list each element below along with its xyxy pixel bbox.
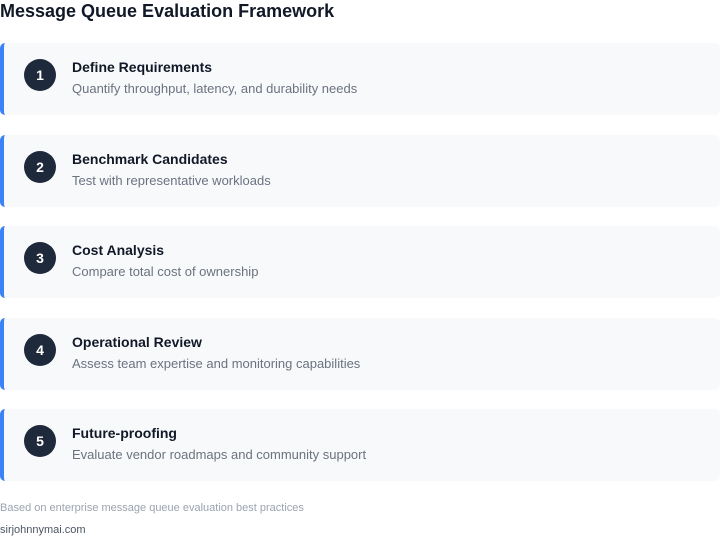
step-card: 1 Define Requirements Quantify throughpu…: [0, 43, 720, 115]
step-title: Future-proofing: [72, 425, 177, 441]
step-number-badge: 2: [24, 150, 56, 183]
step-title: Operational Review: [72, 333, 202, 350]
source-note: Based on enterprise message queue evalua…: [0, 502, 304, 514]
step-description: Quantify throughput, latency, and durabi…: [72, 81, 358, 96]
step-title: Benchmark Candidates: [72, 150, 228, 167]
page-title: Message Queue Evaluation Framework: [0, 1, 335, 21]
step-number-badge: 1: [24, 59, 56, 91]
step-card: 3 Cost Analysis Compare total cost of ow…: [0, 226, 720, 298]
site-credit: sirjohnnymai.com: [0, 524, 86, 536]
step-description: Compare total cost of ownership: [72, 264, 259, 279]
step-number-badge: 3: [24, 242, 56, 274]
step-card: 5 Future-proofing Evaluate vendor roadma…: [0, 409, 720, 481]
steps-list: 1 Define Requirements Quantify throughpu…: [0, 43, 720, 501]
step-title: Define Requirements: [72, 59, 213, 75]
step-number-badge: 4: [24, 333, 56, 366]
step-description: Evaluate vendor roadmaps and community s…: [72, 447, 367, 462]
step-card: 4 Operational Review Assess team experti…: [0, 317, 720, 390]
step-card: 2 Benchmark Candidates Test with represe…: [0, 134, 720, 207]
step-description: Test with representative workloads: [72, 172, 271, 188]
step-title: Cost Analysis: [72, 242, 165, 258]
step-description: Assess team expertise and monitoring cap…: [72, 355, 361, 371]
step-number-badge: 5: [24, 425, 56, 457]
